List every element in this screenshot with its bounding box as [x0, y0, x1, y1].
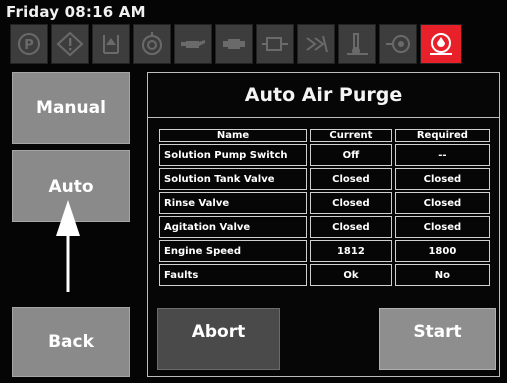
row-name: Agitation Valve [159, 216, 307, 238]
row-required: No [394, 264, 490, 286]
row-required: Closed [394, 192, 490, 214]
abort-button[interactable]: Abort [157, 308, 280, 370]
row-current: Closed [310, 168, 392, 190]
engine-check-icon [256, 24, 294, 64]
row-current: Off [310, 144, 392, 166]
table-row: Faults Ok No [159, 264, 490, 286]
status-table: Name Current Required Solution Pump Swit… [156, 127, 493, 288]
up-arrow-icon [56, 200, 80, 292]
oil-pressure-icon [133, 24, 171, 64]
row-required: 1800 [394, 240, 490, 262]
svg-text:P: P [24, 38, 34, 53]
column-header-required: Required [394, 129, 490, 142]
indicator-bar: P [0, 24, 507, 66]
parking-brake-icon: P [10, 24, 48, 64]
panel-title: Auto Air Purge [148, 73, 499, 118]
clock: Friday 08:16 AM [6, 3, 146, 21]
pump-icon [379, 24, 417, 64]
water-level-alert-icon [420, 24, 462, 64]
table-row: Engine Speed 1812 1800 [159, 240, 490, 262]
row-current: 1812 [310, 240, 392, 262]
auto-air-purge-panel: Auto Air Purge Name Current Required Sol… [147, 72, 500, 377]
coolant-temp-icon [338, 24, 376, 64]
table-row: Agitation Valve Closed Closed [159, 216, 490, 238]
row-name: Engine Speed [159, 240, 307, 262]
row-name: Rinse Valve [159, 192, 307, 214]
warning-icon [51, 24, 89, 64]
row-current: Closed [310, 216, 392, 238]
table-row: Solution Tank Valve Closed Closed [159, 168, 490, 190]
row-name: Solution Tank Valve [159, 168, 307, 190]
column-header-current: Current [310, 129, 392, 142]
row-current: Closed [310, 192, 392, 214]
table-row: Solution Pump Switch Off -- [159, 144, 490, 166]
column-header-name: Name [159, 129, 307, 142]
row-required: Closed [394, 168, 490, 190]
row-name: Faults [159, 264, 307, 286]
screen: Friday 08:16 AM P Manual Auto Back Auto … [0, 0, 507, 383]
row-name: Solution Pump Switch [159, 144, 307, 166]
row-required: -- [394, 144, 490, 166]
oil-can-icon [174, 24, 212, 64]
engine-oil-icon [215, 24, 253, 64]
fan-icon [297, 24, 335, 64]
row-required: Closed [394, 216, 490, 238]
row-current: Ok [310, 264, 392, 286]
fluid-level-icon [92, 24, 130, 64]
back-button[interactable]: Back [12, 307, 130, 377]
start-button[interactable]: Start [379, 308, 496, 370]
table-row: Rinse Valve Closed Closed [159, 192, 490, 214]
manual-button[interactable]: Manual [12, 72, 130, 144]
table-header-row: Name Current Required [159, 129, 490, 142]
